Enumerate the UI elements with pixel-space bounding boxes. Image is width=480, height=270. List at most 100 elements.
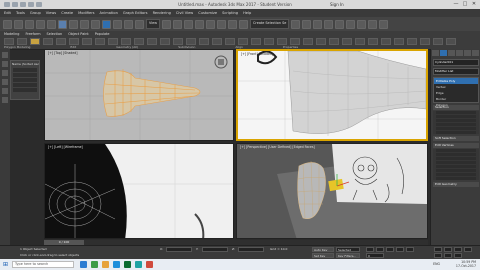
menu-graph-editors[interactable]: Graph Editors — [123, 11, 148, 15]
menu-group[interactable]: Group — [30, 11, 41, 15]
viewport-top[interactable]: [+] [Top] [Shaded] — [44, 49, 234, 141]
hierarchy-tab-icon[interactable] — [448, 50, 455, 56]
selected-dropdown[interactable]: Selected — [336, 247, 360, 252]
zoom-icon[interactable] — [434, 247, 442, 252]
undo-icon[interactable] — [3, 19, 12, 29]
ribbon-tool-icon[interactable] — [394, 38, 404, 45]
menu-rendering[interactable]: Rendering — [153, 11, 171, 15]
render-production-icon[interactable] — [379, 19, 389, 29]
option-row[interactable] — [436, 165, 476, 168]
taskbar-app-icon[interactable] — [102, 261, 109, 268]
ribbon-element-icon[interactable] — [82, 38, 92, 45]
option-row[interactable] — [436, 169, 476, 172]
ribbon-tool-icon[interactable] — [147, 38, 157, 45]
menu-help[interactable]: Help — [243, 11, 251, 15]
display-tab-icon[interactable] — [464, 50, 471, 56]
option-row[interactable] — [436, 173, 476, 176]
option-row[interactable] — [436, 111, 476, 114]
ribbon-tab-selection[interactable]: Selection — [47, 32, 63, 36]
helpers-filter-icon[interactable] — [2, 97, 8, 103]
viewport-perspective[interactable]: [+] [Perspective] [User Defined] [Edged … — [236, 143, 428, 239]
go-to-start-icon[interactable] — [366, 247, 374, 252]
ribbon-tool-icon[interactable] — [4, 38, 14, 45]
next-frame-icon[interactable] — [396, 247, 404, 252]
named-selection-dropdown[interactable]: Create Selection Se — [250, 19, 290, 29]
y-coord-field[interactable] — [202, 247, 228, 252]
select-and-move-icon[interactable] — [102, 19, 111, 29]
ribbon-edge-icon[interactable] — [43, 38, 53, 45]
render-setup-icon[interactable] — [357, 19, 367, 29]
modifier-list-dropdown[interactable]: Modifier List — [433, 68, 479, 75]
play-icon[interactable] — [386, 247, 394, 252]
place-icon[interactable] — [135, 19, 144, 29]
modify-tab-icon[interactable] — [440, 50, 447, 56]
ribbon-tool-icon[interactable] — [121, 38, 131, 45]
snaps-toggle-icon[interactable] — [195, 19, 205, 29]
ribbon-tool-icon[interactable] — [108, 38, 118, 45]
ribbon-tab-object-paint[interactable]: Object Paint — [68, 32, 89, 36]
reference-coordinate-dropdown[interactable]: View — [146, 19, 161, 29]
schematic-view-icon[interactable] — [335, 19, 345, 29]
ribbon-tool-icon[interactable] — [303, 38, 313, 45]
rollout-soft-selection[interactable]: Soft Selection — [433, 136, 479, 141]
ribbon-tool-icon[interactable] — [277, 38, 287, 45]
filter-icon[interactable] — [2, 52, 8, 58]
option-row[interactable] — [436, 115, 476, 118]
menu-customize[interactable]: Customize — [198, 11, 217, 15]
link-icon[interactable] — [25, 19, 34, 29]
menu-tools[interactable]: Tools — [16, 11, 25, 15]
bind-space-warp-icon[interactable] — [47, 19, 56, 29]
viewport-label-left[interactable]: [+] [Left] [Wireframe] — [48, 145, 83, 149]
ribbon-tool-icon[interactable] — [95, 38, 105, 45]
unlink-icon[interactable] — [36, 19, 45, 29]
ribbon-tab-populate[interactable]: Populate — [95, 32, 110, 36]
object-name-field[interactable]: Cylinder001 — [433, 59, 479, 66]
ribbon-tool-icon[interactable] — [381, 38, 391, 45]
pan-icon[interactable] — [454, 247, 462, 252]
edit-named-selection-icon[interactable] — [239, 19, 249, 29]
option-row[interactable] — [436, 131, 476, 134]
option-row[interactable] — [436, 157, 476, 160]
ribbon-tab-freeform[interactable]: Freeform — [25, 32, 40, 36]
select-and-scale-icon[interactable] — [124, 19, 133, 29]
menu-scripting[interactable]: Scripting — [222, 11, 238, 15]
taskbar-app-icon[interactable] — [124, 261, 131, 268]
option-row[interactable] — [436, 149, 476, 152]
list-item[interactable] — [13, 88, 37, 92]
ribbon-tool-icon[interactable] — [251, 38, 261, 45]
maximize-viewport-icon[interactable] — [454, 253, 462, 258]
viewport-label-front[interactable]: [+] [Front] [Shaded] — [241, 52, 273, 56]
z-coord-field[interactable] — [238, 247, 264, 252]
taskbar-app-icon[interactable] — [113, 261, 120, 268]
ribbon-tool-icon[interactable] — [238, 38, 248, 45]
list-item[interactable] — [13, 68, 37, 72]
ribbon-tool-icon[interactable] — [173, 38, 183, 45]
motion-tab-icon[interactable] — [456, 50, 463, 56]
ribbon-tool-icon[interactable] — [446, 38, 456, 45]
minimize-button[interactable]: — — [452, 1, 460, 8]
x-coord-field[interactable] — [166, 247, 192, 252]
orbit-icon[interactable] — [464, 247, 472, 252]
option-row[interactable] — [436, 153, 476, 156]
ribbon-polygon-icon[interactable] — [69, 38, 79, 45]
lights-filter-icon[interactable] — [2, 79, 8, 85]
viewport-left[interactable]: [+] [Left] [Wireframe] — [44, 143, 234, 239]
mirror-icon[interactable] — [291, 19, 301, 29]
ribbon-tool-icon[interactable] — [199, 38, 209, 45]
layer-explorer-icon[interactable] — [313, 19, 323, 29]
ribbon-tool-icon[interactable] — [186, 38, 196, 45]
rendered-frame-window-icon[interactable] — [368, 19, 378, 29]
taskbar-app-icon[interactable] — [135, 261, 142, 268]
ribbon-tool-icon[interactable] — [17, 38, 27, 45]
ribbon-tool-icon[interactable] — [407, 38, 417, 45]
taskbar-search-input[interactable]: Type here to search — [12, 261, 74, 268]
scene-explorer-header[interactable]: Name (Sorted Ascen — [11, 61, 39, 67]
select-manipulate-icon[interactable] — [173, 19, 183, 29]
viewport-front[interactable]: [+] [Front] [Shaded] — [236, 49, 428, 141]
ribbon-tool-icon[interactable] — [342, 38, 352, 45]
option-row[interactable] — [436, 123, 476, 126]
viewport-label-top[interactable]: [+] [Top] [Shaded] — [48, 51, 78, 55]
select-and-rotate-icon[interactable] — [113, 19, 122, 29]
keyboard-shortcut-icon[interactable] — [184, 19, 194, 29]
key-filters-button[interactable]: Key Filters... — [336, 253, 360, 258]
